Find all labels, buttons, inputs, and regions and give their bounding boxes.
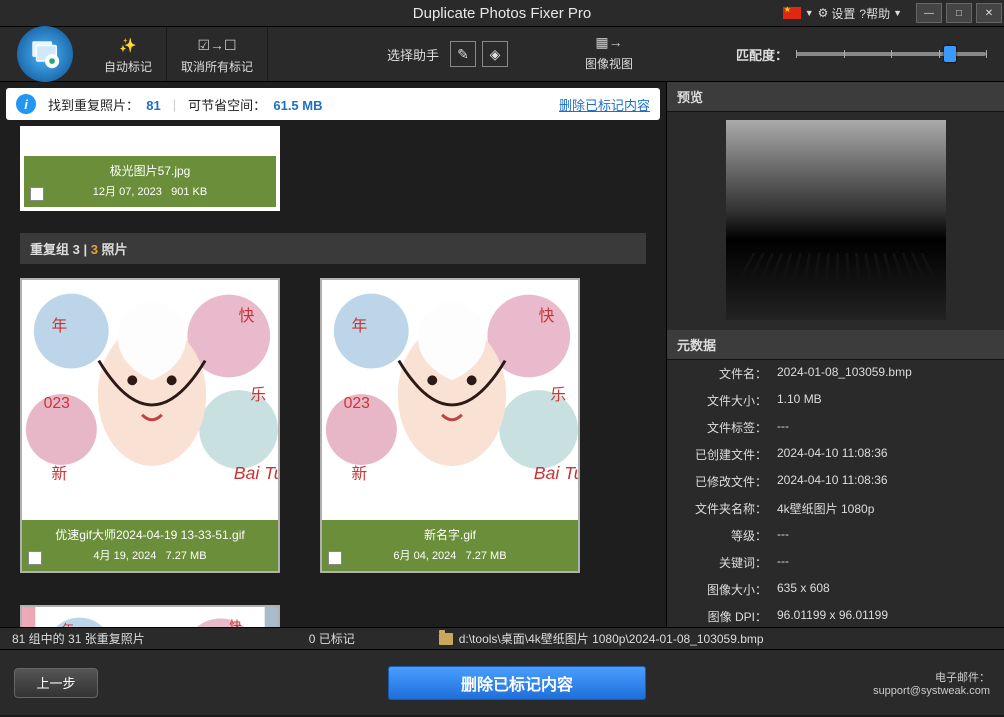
footer: 上一步 删除已标记内容 电子邮件： support@systweak.com <box>0 649 1004 715</box>
delete-marked-button[interactable]: 删除已标记内容 <box>388 666 646 700</box>
title-bar: Duplicate Photos Fixer Pro ▼ ⚙ 设置 ?帮助 ▼ <box>0 0 1004 26</box>
unmark-all-button[interactable]: ☑→☐ 取消所有标记 <box>167 27 268 81</box>
file-name: 优速gif大师2024-04-19 13-33-51.gif <box>28 526 272 543</box>
status-bar: 81 组中的 31 张重复照片 0 已标记 d:\tools\桌面\4k壁纸图片… <box>0 627 1004 649</box>
group-header: 重复组 3 | 3 照片 <box>20 233 646 264</box>
svg-text:Bai Tu.: Bai Tu. <box>234 463 278 483</box>
svg-text:快: 快 <box>229 619 242 627</box>
wand-icon: ✎ <box>457 46 469 63</box>
mark-checkbox[interactable] <box>28 551 42 565</box>
svg-text:新: 新 <box>52 465 68 483</box>
file-name: 极光图片57.jpg <box>30 162 270 179</box>
select-helper-label: 选择助手 <box>379 45 447 64</box>
settings-link[interactable]: ⚙ 设置 <box>818 5 856 22</box>
svg-text:023: 023 <box>344 395 371 412</box>
mark-checkbox[interactable] <box>30 187 44 201</box>
match-slider[interactable] <box>796 52 986 56</box>
svg-text:乐: 乐 <box>550 386 566 404</box>
svg-text:年: 年 <box>52 317 68 335</box>
preview-area <box>667 112 1004 330</box>
close-button[interactable] <box>976 3 1002 23</box>
thumbnail <box>24 130 276 156</box>
status-groups: 81 组中的 31 张重复照片 <box>0 630 157 647</box>
results-scroll[interactable]: 极光图片57.jpg 12月 07, 2023 901 KB 重复组 3 | 3… <box>0 126 666 627</box>
mark-checkbox[interactable] <box>328 551 342 565</box>
found-count: 81 <box>146 98 160 113</box>
thumbnail: 年 快 023 乐 新 Bai Tu. <box>22 280 278 520</box>
support-email: 电子邮件： support@systweak.com <box>873 669 990 697</box>
flag-icon[interactable] <box>783 7 801 19</box>
svg-text:乐: 乐 <box>250 386 266 404</box>
svg-text:年: 年 <box>352 317 368 335</box>
app-logo <box>0 27 90 81</box>
auto-mark-button[interactable]: ✨ 自动标记 <box>90 27 167 81</box>
match-slider-group: 匹配度： <box>718 27 1004 81</box>
file-name: 新名字.gif <box>328 526 572 543</box>
thumbnail: 年 快 023 乐 新 Bai Tu. <box>322 280 578 520</box>
toolbar: ✨ 自动标记 ☑→☐ 取消所有标记 选择助手 ✎ ◈ ▦→ 图像视图 匹配度： <box>0 26 1004 82</box>
next-icon: ◈ <box>490 46 501 63</box>
photos-gear-icon <box>28 37 62 71</box>
preview-image <box>726 120 946 320</box>
dropdown-icon: ▼ <box>893 8 902 18</box>
photo-card[interactable]: 年 快 023 乐 新 Bai Tu. 新名字.gif 6月 04, 2024 … <box>320 278 580 573</box>
svg-text:新: 新 <box>352 465 368 483</box>
photo-card[interactable]: 年 快 023 乐 新 Bai Tu. 优速gif大师2024-04-19 13… <box>20 278 280 573</box>
svg-text:年: 年 <box>62 622 74 627</box>
svg-text:Bai Tu.: Bai Tu. <box>534 463 578 483</box>
helper-tool-2[interactable]: ◈ <box>482 41 508 67</box>
photo-card-partial[interactable]: 年 快 <box>20 605 280 627</box>
status-marked: 0 已标记 <box>297 630 367 647</box>
app-title: Duplicate Photos Fixer Pro <box>413 5 591 22</box>
status-path: d:\tools\桌面\4k壁纸图片 1080p\2024-01-08_1030… <box>459 630 764 647</box>
folder-icon <box>439 633 453 645</box>
meta-filename: 2024-01-08_103059.bmp <box>777 365 994 382</box>
svg-text:快: 快 <box>239 307 255 325</box>
wand-icon: ✨ <box>119 37 136 54</box>
gear-icon: ⚙ <box>818 6 829 20</box>
svg-text:023: 023 <box>44 395 71 412</box>
metadata-table: 文件名：2024-01-08_103059.bmp 文件大小：1.10 MB 文… <box>667 360 1004 627</box>
minimize-button[interactable] <box>916 3 942 23</box>
save-space: 61.5 MB <box>273 98 322 113</box>
slider-thumb[interactable] <box>944 46 956 62</box>
grid-icon: ▦→ <box>595 34 622 51</box>
back-button[interactable]: 上一步 <box>14 668 98 698</box>
maximize-button[interactable] <box>946 3 972 23</box>
image-view-button[interactable]: ▦→ 图像视图 <box>571 30 647 78</box>
info-icon: i <box>16 94 36 114</box>
helper-tool-1[interactable]: ✎ <box>450 41 476 67</box>
delete-marked-link[interactable]: 删除已标记内容 <box>559 95 650 114</box>
preview-header: 预览 <box>667 82 1004 112</box>
info-bar: i 找到重复照片： 81 | 可节省空间： 61.5 MB 删除已标记内容 <box>6 88 660 120</box>
metadata-header: 元数据 <box>667 330 1004 360</box>
svg-text:快: 快 <box>539 307 555 325</box>
help-link[interactable]: ?帮助 ▼ <box>859 5 902 22</box>
dropdown-icon[interactable]: ▼ <box>805 8 814 18</box>
uncheck-icon: ☑→☐ <box>197 37 236 54</box>
photo-card[interactable]: 极光图片57.jpg 12月 07, 2023 901 KB <box>20 126 280 211</box>
